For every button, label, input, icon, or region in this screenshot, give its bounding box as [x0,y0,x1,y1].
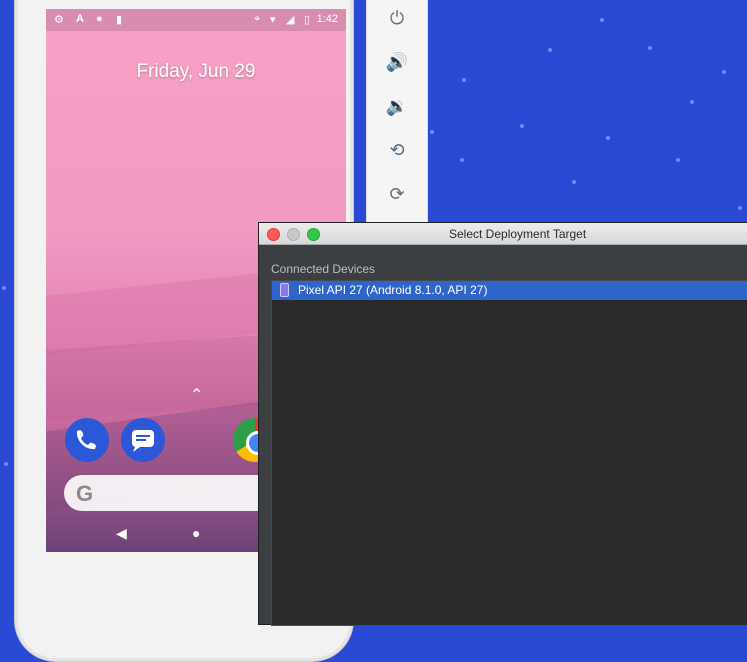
background-dot [738,206,742,210]
sd-card-icon: ▮ [116,14,123,26]
connected-devices-label: Connected Devices [271,262,376,276]
background-dot [548,48,552,52]
device-list[interactable]: Pixel API 27 (Android 8.1.0, API 27) [271,280,747,626]
dialog-titlebar[interactable]: Select Deployment Target [259,223,747,245]
background-dot [460,158,464,162]
phone-device-icon [280,283,289,297]
app-drawer-arrow-icon[interactable]: ⌃ [190,385,203,405]
background-dot [600,18,604,22]
minimize-button[interactable] [287,228,300,241]
location-icon: ⌖ [254,13,261,25]
dialog-title: Select Deployment Target [449,227,587,241]
signal-icon: ◢ [286,14,295,26]
wifi-icon: ▾ [270,14,276,26]
background-dot [462,78,466,82]
battery-icon: ▯ [304,14,311,26]
device-label: Pixel API 27 (Android 8.1.0, API 27) [298,283,488,297]
close-button[interactable] [267,228,280,241]
background-dot [520,124,524,128]
background-dot [676,158,680,162]
volume-down-icon[interactable]: 🔉 [385,94,409,118]
emulator-toolbar: ⏻ 🔊 🔉 ⟲ ⟳ [366,0,428,222]
rotate-left-icon[interactable]: ⟲ [385,138,409,162]
lockscreen-date: Friday, Jun 29 [136,61,256,82]
rotate-right-icon[interactable]: ⟳ [385,182,409,206]
background-dot [606,136,610,140]
background-dot [4,462,8,466]
back-icon[interactable]: ◀ [116,525,127,542]
background-dot [430,130,434,134]
maximize-button[interactable] [307,228,320,241]
background-dot [572,180,576,184]
power-icon[interactable]: ⏻ [385,6,409,30]
status-time: 1:42 [316,13,338,25]
messages-icon[interactable] [121,418,165,462]
background-dot [690,100,694,104]
volume-up-icon[interactable]: 🔊 [385,50,409,74]
a-icon: A [76,13,84,25]
home-icon[interactable]: ● [192,525,200,541]
dialog-body: Connected Devices Pixel API 27 (Android … [259,245,747,626]
background-dot [648,46,652,50]
device-row-selected[interactable]: Pixel API 27 (Android 8.1.0, API 27) [272,281,747,300]
settings-icon: ⚙ [54,14,64,26]
circle-icon: ● [96,13,103,25]
background-dot [2,286,6,290]
google-logo-icon: G [76,481,94,506]
select-deployment-target-dialog: Select Deployment Target Connected Devic… [258,222,747,626]
phone-icon[interactable] [65,418,109,462]
status-bar: ⚙ A ● ▮ ⌖ ▾ ◢ ▯ 1:42 [46,9,346,31]
background-dot [722,70,726,74]
